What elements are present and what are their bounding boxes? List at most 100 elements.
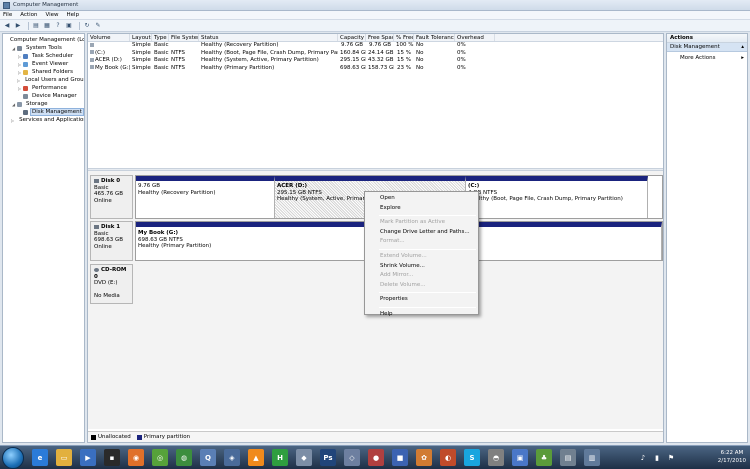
menu-file[interactable]: File [3, 12, 12, 18]
expand-icon[interactable]: ▷ [17, 54, 22, 59]
menu-view[interactable]: View [45, 12, 58, 18]
green-h-icon[interactable]: H [272, 449, 288, 466]
column-header-layout[interactable]: Layout [130, 34, 152, 41]
back-icon[interactable]: ◀ [3, 22, 11, 30]
computer-management-icon[interactable]: ▥ [584, 449, 600, 466]
partition-recovery[interactable]: 9.76 GB Healthy (Recovery Partition) [136, 176, 275, 218]
skype-icon[interactable]: S [464, 449, 480, 466]
table-cell-layout: Simple [132, 57, 151, 63]
explorer-icon[interactable]: ▭ [56, 449, 72, 466]
app-icon[interactable]: ▣ [512, 449, 528, 466]
photoshop-icon[interactable]: Ps [320, 449, 336, 466]
table-row[interactable]: (C:) Simple Basic NTFS Healthy (Boot, Page F… [88, 50, 663, 58]
media-player-icon[interactable]: ▶ [80, 449, 96, 466]
forward-icon[interactable]: ▶ [14, 22, 22, 30]
green-app-icon[interactable]: ◎ [152, 449, 168, 466]
context-menu-item-shrink-volume[interactable]: Shrink Volume... [365, 262, 478, 272]
speaker-icon[interactable]: ♪ [638, 449, 648, 466]
legend: Unallocated Primary partition [88, 431, 663, 442]
refresh-icon[interactable]: ↻ [83, 22, 91, 30]
table-cell-file-system [169, 42, 199, 50]
app-icon[interactable]: ◇ [344, 449, 360, 466]
taskbar: e ▭ ▶ ▪ ◉ ◎ ◍ Q ◈ ▲ H ◆ Ps ◇ ● ■ ✿ ◐ S ◓ ▣ ♣ ▤ ▥ ♪ ▮ ⚑ 6:22 AM … [0, 445, 750, 469]
menu-action[interactable]: Action [20, 12, 37, 18]
expand-icon[interactable]: ◢ [11, 46, 16, 51]
tool-icon[interactable]: ◈ [224, 449, 240, 466]
expand-icon[interactable]: ▷ [11, 118, 14, 123]
chrome-icon[interactable]: ◍ [176, 449, 192, 466]
expand-icon[interactable]: ◢ [11, 102, 16, 107]
app-icon[interactable]: ✿ [416, 449, 432, 466]
app-icon[interactable]: ◐ [440, 449, 456, 466]
action-center-icon[interactable]: ⚑ [666, 449, 676, 466]
toolbar: ◀ ▶ ▤ ▦ ? ▣ ↻ ✎ [0, 20, 750, 32]
firefox-icon[interactable]: ◉ [128, 449, 144, 466]
up-icon[interactable]: ▤ [32, 22, 40, 30]
clock[interactable]: 6:22 AM 2/17/2010 [718, 449, 746, 465]
column-header-free-space[interactable]: Free Space [366, 34, 394, 41]
tree-item-system-tools[interactable]: ◢ System Tools [3, 44, 84, 52]
context-menu-item-delete-volume: Delete Volume... [380, 281, 426, 288]
table-cell-type: Basic [154, 42, 169, 48]
expand-icon[interactable]: ▷ [17, 62, 22, 67]
expand-icon[interactable]: ▷ [17, 78, 20, 83]
tree-item-services-and-applications[interactable]: ▷ Services and Applications [3, 116, 84, 124]
collapse-icon[interactable]: ▴ [741, 43, 744, 51]
app-icon[interactable]: ♣ [536, 449, 552, 466]
disk-1-header[interactable]: Disk 1 Basic 698.63 GB Online [90, 221, 133, 261]
menu-help[interactable]: Help [67, 12, 80, 18]
terminal-icon[interactable]: ▪ [104, 449, 120, 466]
column-header-status[interactable]: Status [199, 34, 338, 41]
context-menu-item-properties[interactable]: Properties [365, 295, 478, 305]
column-header-file-system[interactable]: File System [169, 34, 199, 41]
app-icon[interactable]: ◆ [296, 449, 312, 466]
cdrom-0-header[interactable]: CD-ROM 0 DVD (E:) No Media [90, 264, 133, 304]
tree-item-event-viewer[interactable]: ▷ Event Viewer [3, 60, 84, 68]
tree-item-local-users-and-groups[interactable]: ▷ Local Users and Groups [3, 76, 84, 84]
context-menu-item-change-drive-letter-and-paths[interactable]: Change Drive Letter and Paths... [365, 228, 478, 238]
more-actions-item[interactable]: More Actions ▸ [667, 54, 747, 63]
actions-section-disk-management[interactable]: Disk Management ▴ [667, 43, 747, 52]
column-header-type[interactable]: Type [152, 34, 169, 41]
arrow-right-icon: ▸ [741, 55, 744, 61]
app-icon[interactable]: ● [368, 449, 384, 466]
table-row[interactable]: My Book (G:) Simple Basic NTFS Healthy (Prim… [88, 65, 663, 73]
table-cell-free-space: 9.76 GB [368, 42, 391, 48]
show-hide-icon[interactable]: ▣ [65, 22, 73, 30]
properties-icon[interactable]: ▦ [43, 22, 51, 30]
expand-icon[interactable]: ▷ [17, 86, 22, 91]
tree-item-disk-management[interactable]: Disk Management [3, 108, 84, 116]
column-header-capacity[interactable]: Capacity [338, 34, 366, 41]
table-row[interactable]: ACER (D:) Simple Basic NTFS Healthy (System,… [88, 57, 663, 65]
table-row[interactable]: Simple Basic Healthy (Recovery Partition) 9… [88, 42, 663, 50]
app-icon[interactable]: ▤ [560, 449, 576, 466]
tree-item-label: System Tools [26, 45, 62, 51]
help-icon[interactable]: ? [54, 22, 62, 30]
tree-item-shared-folders[interactable]: ▷ Shared Folders [3, 68, 84, 76]
tree-item-label: Task Scheduler [32, 53, 74, 59]
ie-icon[interactable]: e [32, 449, 48, 466]
quicktime-icon[interactable]: Q [200, 449, 216, 466]
network-icon[interactable]: ▮ [652, 449, 662, 466]
table-cell-free-space: 43.32 GB [368, 57, 394, 63]
column-header-volume[interactable]: Volume [88, 34, 130, 41]
vlc-icon[interactable]: ▲ [248, 449, 264, 466]
app-icon[interactable]: ◓ [488, 449, 504, 466]
tree-item-storage[interactable]: ◢ Storage [3, 100, 84, 108]
expand-icon[interactable]: ▷ [17, 70, 22, 75]
tree-item-device-manager[interactable]: Device Manager [3, 92, 84, 100]
app-icon[interactable]: ■ [392, 449, 408, 466]
tree-item-task-scheduler[interactable]: ▷ Task Scheduler [3, 52, 84, 60]
column-header-fault-tolerance[interactable]: Fault Tolerance [414, 34, 455, 41]
context-menu-item-open[interactable]: Open [365, 194, 478, 204]
disk-0-header[interactable]: Disk 0 Basic 465.76 GB Online [90, 175, 133, 219]
settings-icon[interactable]: ✎ [94, 22, 102, 30]
column-header-free[interactable]: % Free [394, 34, 414, 41]
context-menu-item-explore[interactable]: Explore [365, 204, 478, 214]
tree-item-performance[interactable]: ▷ Performance [3, 84, 84, 92]
tree-item-computer-management-local[interactable]: Computer Management (Local [3, 36, 84, 44]
column-header-overhead[interactable]: Overhead [455, 34, 495, 41]
context-menu-item-help[interactable]: Help [365, 310, 478, 320]
partition-c[interactable]: (C:) 4 GB NTFS Healthy (Boot, Page File,… [466, 176, 648, 218]
start-button[interactable] [2, 447, 24, 469]
